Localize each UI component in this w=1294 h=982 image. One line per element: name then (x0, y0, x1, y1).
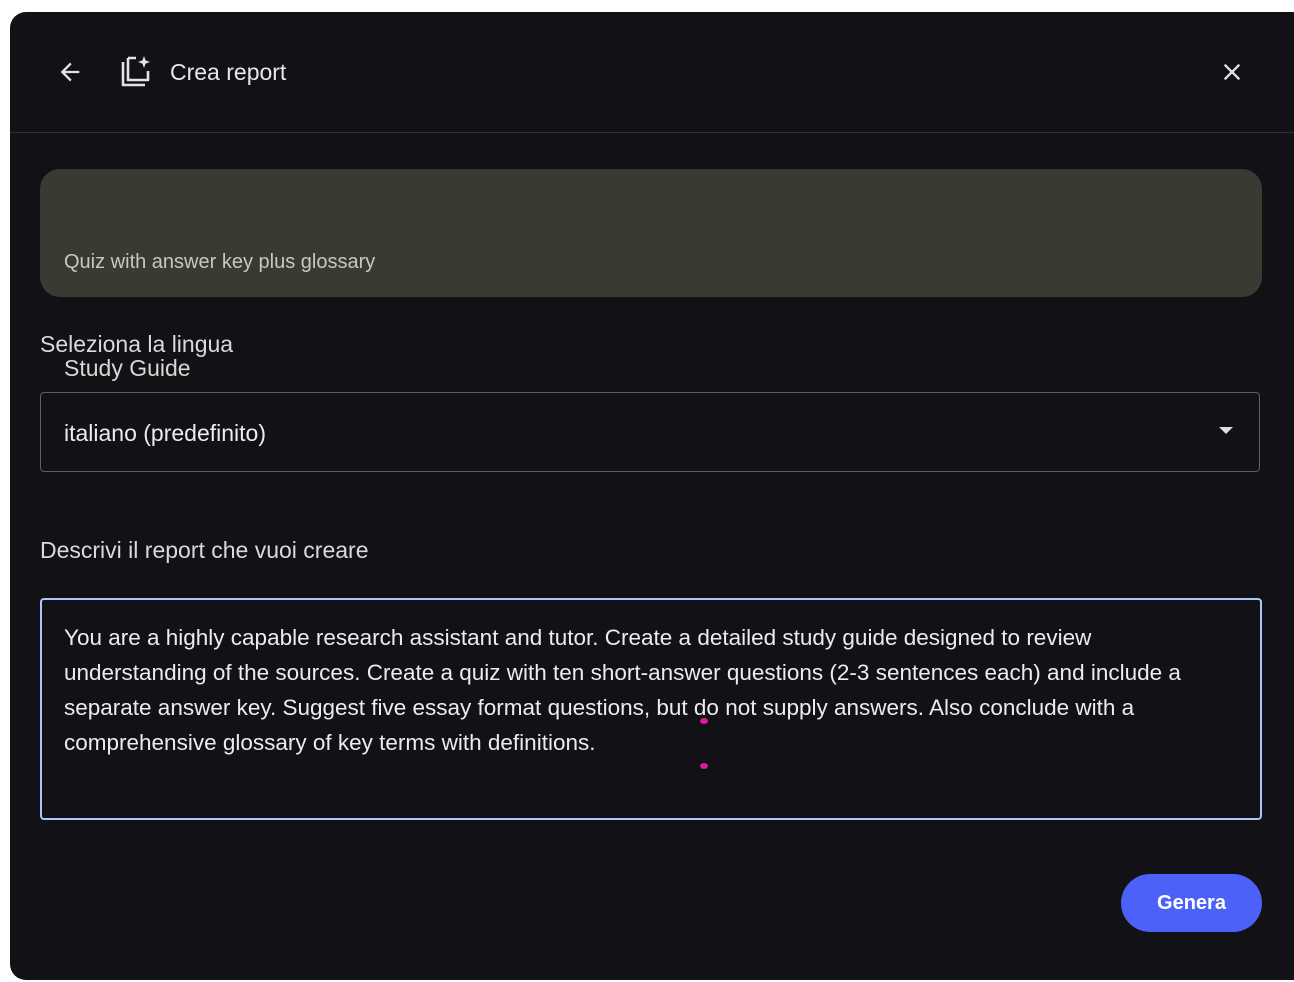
report-description-textarea[interactable]: You are a highly capable research assist… (40, 598, 1262, 820)
dialog-title: Crea report (170, 59, 287, 85)
back-button[interactable] (50, 52, 90, 92)
language-selected-value: italiano (predefinito) (64, 420, 267, 446)
description-label: Descrivi il report che vuoi creare (40, 537, 369, 563)
close-button[interactable] (1212, 52, 1252, 92)
close-icon (1223, 63, 1241, 81)
report-type-description: Quiz with answer key plus glossary (64, 251, 376, 273)
dialog-header: Crea report (10, 12, 1294, 133)
report-sparkle-icon (116, 52, 156, 92)
create-report-dialog: Crea report Study Guide Quiz with answer… (10, 12, 1294, 980)
generate-button[interactable]: Genera (1121, 874, 1262, 932)
dropdown-caret-icon (1219, 427, 1233, 434)
report-type-card[interactable]: Study Guide Quiz with answer key plus gl… (40, 169, 1262, 381)
language-label: Seleziona la lingua (40, 331, 234, 357)
text-cursor-marker-icon (700, 718, 708, 769)
language-select[interactable]: italiano (predefinito) (40, 392, 1260, 472)
arrow-back-icon (60, 62, 80, 82)
